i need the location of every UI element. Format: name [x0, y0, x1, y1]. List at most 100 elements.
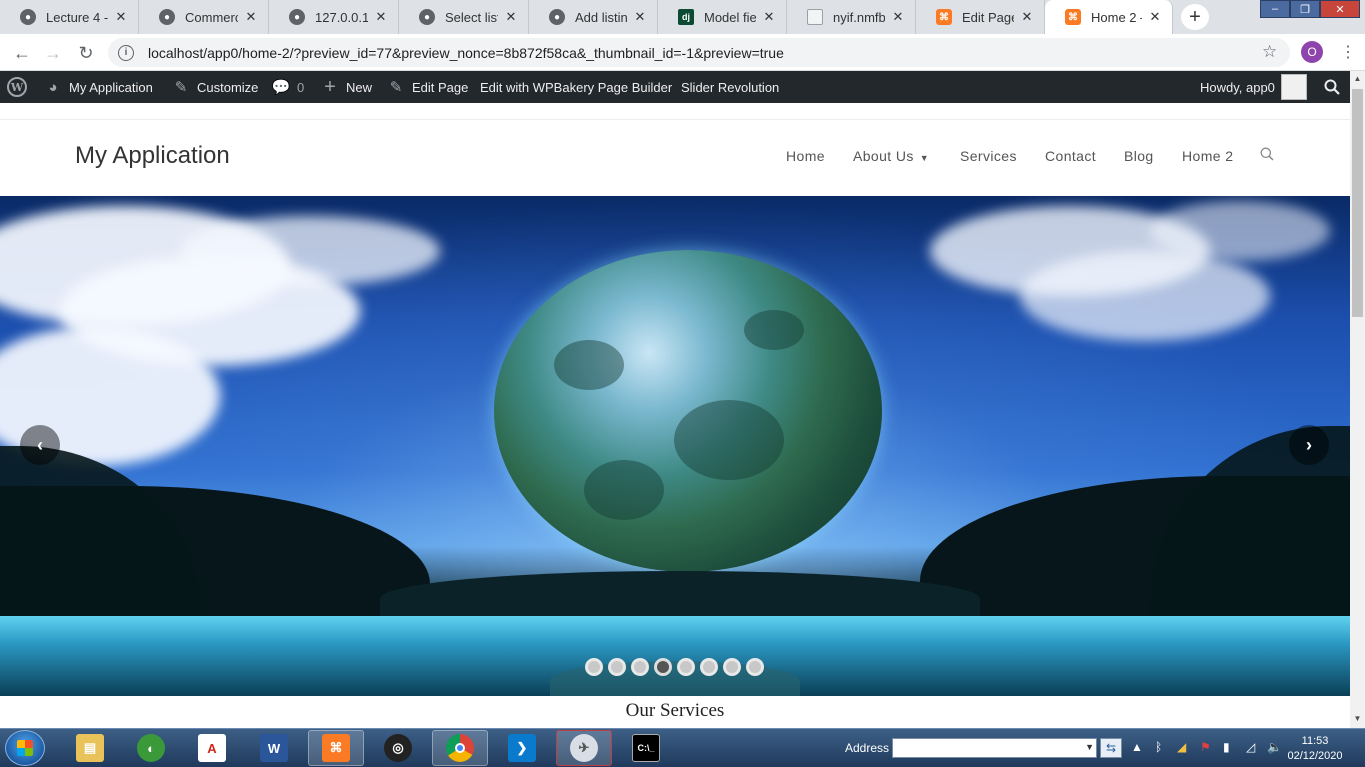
maximize-window-button[interactable]: ❐: [1290, 0, 1320, 18]
section-heading: Our Services: [625, 700, 725, 721]
start-button[interactable]: [5, 730, 45, 766]
nav-item-home[interactable]: Home: [786, 148, 825, 164]
browser-tab[interactable]: ● 127.0.0.1 ✕: [269, 0, 399, 34]
slider-bullet-active[interactable]: [654, 658, 672, 676]
cloud: [1020, 251, 1270, 341]
chevron-down-icon[interactable]: ▼: [1085, 742, 1094, 752]
nav-item-services[interactable]: Services: [960, 148, 1017, 164]
wordpress-logo-icon: W: [7, 77, 27, 97]
nav-item-about-us[interactable]: About Us ▼: [853, 148, 929, 164]
forward-arrow-icon[interactable]: →: [40, 40, 66, 66]
new-tab-button[interactable]: +: [1181, 4, 1209, 30]
browser-tab[interactable]: ● Add listing | ✕: [529, 0, 658, 34]
admin-search[interactable]: [1324, 71, 1340, 103]
scroll-down-arrow-icon[interactable]: ▼: [1350, 711, 1365, 726]
hero-slider[interactable]: ‹ ›: [0, 196, 1350, 696]
system-clock[interactable]: 11:53 02/12/2020: [1283, 734, 1347, 764]
taskbar-app-acrobat[interactable]: A: [184, 730, 240, 766]
globe-icon: ●: [419, 9, 435, 25]
wpbakery-edit-link[interactable]: Edit with WPBakery Page Builder: [480, 71, 672, 103]
taskbar-app-vscode[interactable]: ❯: [494, 730, 550, 766]
bluetooth-icon[interactable]: ᛒ: [1155, 740, 1162, 754]
browser-tab[interactable]: ⌘ Edit Page ‹ N ✕: [916, 0, 1045, 34]
nav-item-home-2[interactable]: Home 2: [1182, 148, 1233, 164]
slider-bullet[interactable]: [608, 658, 626, 676]
browser-tab[interactable]: ● Commerce - ✕: [139, 0, 269, 34]
xampp-icon: ⌘: [936, 9, 952, 25]
back-arrow-icon[interactable]: ←: [9, 40, 35, 66]
site-name-menu[interactable]: ◕ My Application: [43, 71, 152, 103]
header-divider: [0, 119, 1350, 120]
browser-tab[interactable]: nyif.nmfb.co ✕: [787, 0, 916, 34]
close-tab-icon[interactable]: ✕: [891, 9, 905, 25]
close-window-button[interactable]: ✕: [1320, 0, 1360, 18]
green-app-icon: ◐: [137, 734, 165, 762]
scroll-thumb[interactable]: [1352, 89, 1363, 317]
browser-tab-active[interactable]: ⌘ Home 2 – M ✕: [1045, 0, 1173, 34]
battery-icon[interactable]: ▮: [1223, 740, 1230, 754]
slider-bullet[interactable]: [746, 658, 764, 676]
cloud: [180, 216, 440, 286]
network-icon[interactable]: ◿: [1246, 740, 1255, 754]
my-account-menu[interactable]: Howdy, app0: [1200, 71, 1307, 103]
close-tab-icon[interactable]: ✕: [374, 9, 388, 25]
taskbar-app-network[interactable]: ✈: [556, 730, 612, 766]
slider-bullet[interactable]: [631, 658, 649, 676]
globe-icon: ●: [159, 9, 175, 25]
close-tab-icon[interactable]: ✕: [504, 9, 518, 25]
comments-link[interactable]: 💬 0: [271, 71, 305, 103]
slider-bullet[interactable]: [723, 658, 741, 676]
xampp-icon: ⌘: [322, 734, 350, 762]
search-icon[interactable]: [1260, 147, 1274, 161]
nav-item-contact[interactable]: Contact: [1045, 148, 1096, 164]
acrobat-icon: A: [198, 734, 226, 762]
nav-item-blog[interactable]: Blog: [1124, 148, 1154, 164]
taskbar-app-xampp[interactable]: ⌘: [308, 730, 364, 766]
page-scrollbar[interactable]: ▲ ▼: [1350, 71, 1365, 728]
globe-icon: ●: [20, 9, 36, 25]
close-tab-icon[interactable]: ✕: [1148, 9, 1162, 25]
taskbar-app-chrome[interactable]: [432, 730, 488, 766]
slider-bullet[interactable]: [585, 658, 603, 676]
profile-avatar[interactable]: O: [1301, 41, 1323, 63]
site-info-icon[interactable]: i: [118, 44, 134, 61]
new-content-menu[interactable]: + New: [320, 71, 372, 103]
windows-logo-icon: [17, 740, 33, 756]
address-go-button[interactable]: ⇆: [1100, 738, 1122, 758]
address-toolbar-input[interactable]: ▼: [892, 738, 1097, 758]
close-tab-icon[interactable]: ✕: [244, 9, 258, 25]
slider-bullet[interactable]: [677, 658, 695, 676]
scroll-up-arrow-icon[interactable]: ▲: [1350, 71, 1365, 86]
show-hidden-icons-icon[interactable]: ▲: [1131, 740, 1143, 754]
edit-page-link[interactable]: ✎ Edit Page: [386, 71, 469, 103]
minimize-window-button[interactable]: –: [1260, 0, 1290, 18]
close-tab-icon[interactable]: ✕: [633, 9, 647, 25]
taskbar-app-green[interactable]: ◐: [123, 730, 179, 766]
tray-app-icon[interactable]: ◢: [1177, 740, 1186, 754]
site-title[interactable]: My Application: [75, 142, 230, 170]
slider-prev-arrow-icon[interactable]: ‹: [20, 425, 60, 465]
action-center-icon[interactable]: ⚑: [1200, 740, 1211, 754]
reload-icon[interactable]: ↻: [73, 40, 99, 66]
close-tab-icon[interactable]: ✕: [762, 9, 776, 25]
customize-link[interactable]: ✎ Customize: [171, 71, 259, 103]
close-tab-icon[interactable]: ✕: [1020, 9, 1034, 25]
bookmark-star-icon[interactable]: ☆: [1262, 42, 1277, 62]
browser-tab[interactable]: ● Select listing ✕: [399, 0, 529, 34]
browser-tab[interactable]: ● Lecture 4 - C ✕: [0, 0, 139, 34]
slider-revolution-link[interactable]: Slider Revolution: [681, 71, 779, 103]
browser-tab[interactable]: dj Model field ✕: [658, 0, 787, 34]
slider-next-arrow-icon[interactable]: ›: [1289, 425, 1329, 465]
close-tab-icon[interactable]: ✕: [114, 9, 128, 25]
globe-icon: ●: [549, 9, 565, 25]
taskbar-app-file-explorer[interactable]: ▤: [62, 730, 118, 766]
url-bar[interactable]: i localhost/app0/home-2/?preview_id=77&p…: [108, 38, 1290, 67]
taskbar-app-cmd[interactable]: C:\_: [618, 730, 674, 766]
volume-icon[interactable]: 🔈: [1267, 740, 1282, 754]
slider-bullet[interactable]: [700, 658, 718, 676]
browser-menu-icon[interactable]: ⋮: [1340, 42, 1356, 62]
cloud: [1150, 201, 1330, 261]
wp-logo-menu[interactable]: W: [7, 71, 27, 103]
taskbar-app-word[interactable]: W: [246, 730, 302, 766]
taskbar-app-obs[interactable]: ◎: [370, 730, 426, 766]
